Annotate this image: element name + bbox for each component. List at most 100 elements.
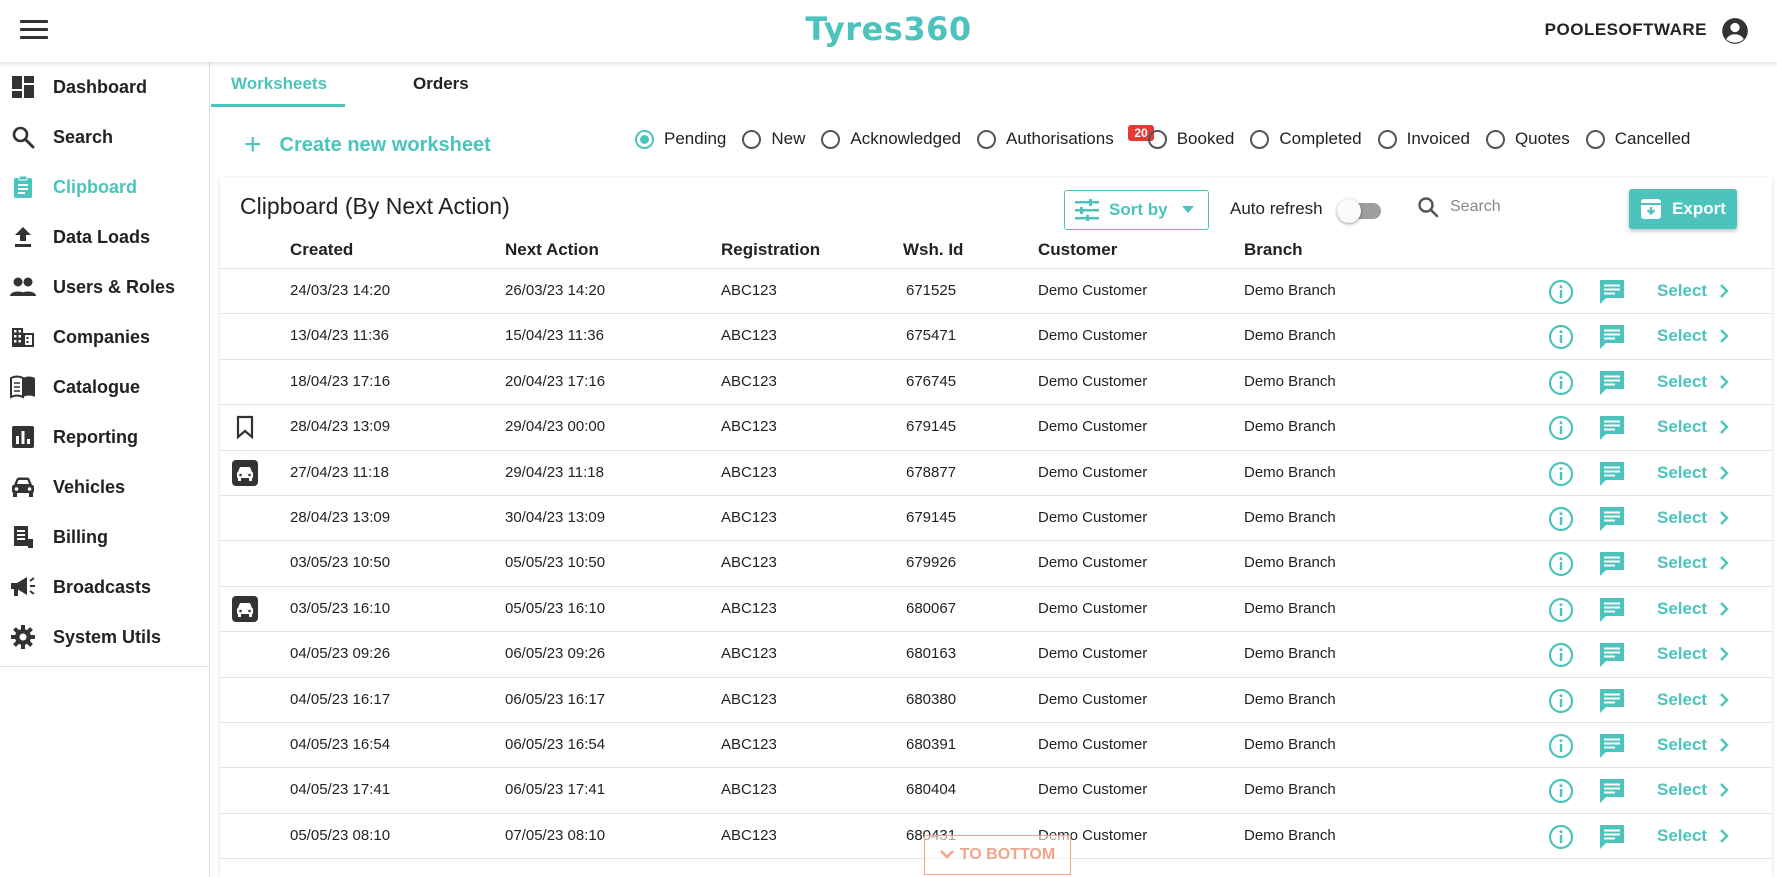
- notes-icon[interactable]: [1598, 369, 1626, 397]
- sidebar-item-clipboard[interactable]: Clipboard: [0, 162, 209, 212]
- radio-icon[interactable]: [1585, 129, 1605, 149]
- select-button[interactable]: Select: [1657, 826, 1729, 846]
- auto-refresh-toggle[interactable]: [1337, 199, 1383, 223]
- tab-orders[interactable]: Orders: [413, 74, 469, 94]
- radio-icon[interactable]: [1377, 129, 1397, 149]
- filter-quotes[interactable]: Quotes: [1485, 129, 1570, 149]
- table-row[interactable]: 28/04/23 13:09 29/04/23 00:00 ABC123 679145…: [220, 405, 1772, 451]
- radio-checked-icon[interactable]: [635, 129, 654, 149]
- radio-icon[interactable]: [1250, 129, 1270, 149]
- notes-icon[interactable]: [1598, 687, 1626, 715]
- select-button[interactable]: Select: [1657, 508, 1729, 528]
- table-row[interactable]: 24/03/23 14:20 26/03/23 14:20 ABC123 671525…: [220, 269, 1772, 315]
- info-icon[interactable]: [1548, 824, 1574, 850]
- column-header-customer[interactable]: Customer: [1038, 240, 1117, 260]
- notes-icon[interactable]: [1598, 641, 1626, 669]
- column-header-next-action[interactable]: Next Action: [505, 240, 599, 260]
- select-button[interactable]: Select: [1657, 417, 1729, 437]
- select-button[interactable]: Select: [1657, 463, 1729, 483]
- info-icon[interactable]: [1548, 461, 1574, 487]
- notes-icon[interactable]: [1598, 823, 1626, 851]
- info-icon[interactable]: [1548, 506, 1574, 532]
- export-button[interactable]: Export: [1629, 189, 1737, 229]
- account-icon[interactable]: [1721, 17, 1749, 45]
- user-name[interactable]: POOLESOFTWARE: [1545, 20, 1707, 40]
- sidebar-item-system-utils[interactable]: System Utils: [0, 612, 209, 662]
- table-row[interactable]: 03/05/23 16:10 05/05/23 16:10 ABC123 680067…: [220, 587, 1772, 633]
- radio-icon[interactable]: [1485, 129, 1505, 149]
- brand-logo[interactable]: Tyres360: [0, 10, 1777, 48]
- column-header-branch[interactable]: Branch: [1244, 240, 1303, 260]
- filter-completed[interactable]: Completed: [1250, 129, 1362, 149]
- sidebar-item-broadcasts[interactable]: Broadcasts: [0, 562, 209, 612]
- sidebar-item-vehicles[interactable]: Vehicles: [0, 462, 209, 512]
- filter-cancelled[interactable]: Cancelled: [1585, 129, 1690, 149]
- notes-icon[interactable]: [1598, 777, 1626, 805]
- select-button[interactable]: Select: [1657, 326, 1729, 346]
- notes-icon[interactable]: [1598, 550, 1626, 578]
- radio-icon[interactable]: [742, 129, 762, 149]
- column-header-registration[interactable]: Registration: [721, 240, 820, 260]
- notes-icon[interactable]: [1598, 732, 1626, 760]
- table-row[interactable]: 13/04/23 11:36 15/04/23 11:36 ABC123 675471…: [220, 314, 1772, 360]
- notes-icon[interactable]: [1598, 596, 1626, 624]
- filter-authorisations[interactable]: Authorisations 20: [976, 125, 1154, 149]
- search-input[interactable]: [1450, 198, 1600, 216]
- notes-icon[interactable]: [1598, 414, 1626, 442]
- select-button[interactable]: Select: [1657, 780, 1729, 800]
- radio-icon[interactable]: [1147, 129, 1167, 149]
- table-row[interactable]: 18/04/23 17:16 20/04/23 17:16 ABC123 676745…: [220, 360, 1772, 406]
- filter-pending[interactable]: Pending: [635, 129, 726, 149]
- info-icon[interactable]: [1548, 688, 1574, 714]
- filter-new[interactable]: New: [742, 129, 805, 149]
- sidebar-item-data-loads[interactable]: Data Loads: [0, 212, 209, 262]
- column-header-wsh-id[interactable]: Wsh. Id: [903, 240, 963, 260]
- select-button[interactable]: Select: [1657, 372, 1729, 392]
- notes-icon[interactable]: [1598, 460, 1626, 488]
- table-row[interactable]: 04/05/23 17:41 06/05/23 17:41 ABC123 680404…: [220, 768, 1772, 814]
- info-icon[interactable]: [1548, 642, 1574, 668]
- column-header-created[interactable]: Created: [290, 240, 353, 260]
- select-button[interactable]: Select: [1657, 281, 1729, 301]
- table-row[interactable]: 04/05/23 16:54 06/05/23 16:54 ABC123 680391…: [220, 723, 1772, 769]
- sidebar-item-search[interactable]: Search: [0, 112, 209, 162]
- select-button[interactable]: Select: [1657, 644, 1729, 664]
- info-icon[interactable]: [1548, 415, 1574, 441]
- table-row[interactable]: 03/05/23 10:50 05/05/23 10:50 ABC123 679926…: [220, 541, 1772, 587]
- sort-by-button[interactable]: Sort by: [1064, 190, 1209, 230]
- notes-icon[interactable]: [1598, 323, 1626, 351]
- select-button[interactable]: Select: [1657, 735, 1729, 755]
- select-button[interactable]: Select: [1657, 553, 1729, 573]
- notes-icon[interactable]: [1598, 505, 1626, 533]
- info-icon[interactable]: [1548, 551, 1574, 577]
- filter-invoiced[interactable]: Invoiced: [1377, 129, 1470, 149]
- filter-acknowledged[interactable]: Acknowledged: [821, 129, 961, 149]
- filter-booked[interactable]: Booked: [1147, 129, 1234, 149]
- info-icon[interactable]: [1548, 597, 1574, 623]
- info-icon[interactable]: [1548, 370, 1574, 396]
- create-worksheet-button[interactable]: + Create new worksheet: [244, 130, 491, 160]
- sidebar-item-catalogue[interactable]: Catalogue: [0, 362, 209, 412]
- notes-icon[interactable]: [1598, 278, 1626, 306]
- select-button[interactable]: Select: [1657, 599, 1729, 619]
- branch-cell: Demo Branch: [1244, 463, 1336, 481]
- info-icon[interactable]: [1548, 778, 1574, 804]
- tab-worksheets[interactable]: Worksheets: [231, 74, 327, 94]
- to-bottom-button[interactable]: TO BOTTOM: [924, 835, 1071, 875]
- table-row[interactable]: 28/04/23 13:09 30/04/23 13:09 ABC123 679145…: [220, 496, 1772, 542]
- table-row[interactable]: 27/04/23 11:18 29/04/23 11:18 ABC123 678877…: [220, 451, 1772, 496]
- sidebar-item-billing[interactable]: Billing: [0, 512, 209, 562]
- info-icon[interactable]: [1548, 279, 1574, 305]
- table-row[interactable]: 04/05/23 09:26 06/05/23 09:26 ABC123 680163…: [220, 632, 1772, 678]
- info-icon[interactable]: [1548, 324, 1574, 350]
- sidebar-item-users-roles[interactable]: Users & Roles: [0, 262, 209, 312]
- table-row[interactable]: 04/05/23 16:17 06/05/23 16:17 ABC123 680380…: [220, 678, 1772, 723]
- book-icon: [10, 374, 36, 400]
- info-icon[interactable]: [1548, 733, 1574, 759]
- sidebar-item-companies[interactable]: Companies: [0, 312, 209, 362]
- sidebar-item-dashboard[interactable]: Dashboard: [0, 62, 209, 112]
- radio-icon[interactable]: [976, 129, 996, 149]
- sidebar-item-reporting[interactable]: Reporting: [0, 412, 209, 462]
- radio-icon[interactable]: [821, 129, 841, 149]
- select-button[interactable]: Select: [1657, 690, 1729, 710]
